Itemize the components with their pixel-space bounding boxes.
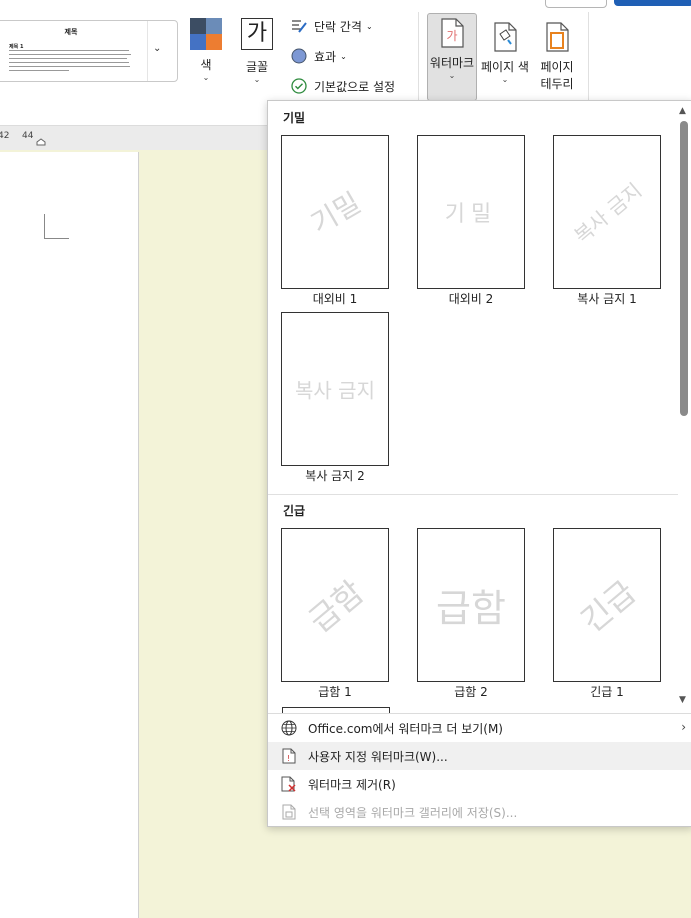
scroll-down-arrow-icon[interactable]: ▼ xyxy=(679,695,686,705)
horizontal-ruler[interactable]: 42 44 xyxy=(0,126,268,150)
indent-marker-icon[interactable] xyxy=(36,138,46,146)
menu-item-label: 워터마크 제거(R) xyxy=(308,777,396,792)
watermark-thumbnail: 복사 금지 xyxy=(281,312,389,466)
remove-watermark-icon xyxy=(280,775,298,793)
checkmark-icon xyxy=(290,77,308,95)
svg-text:!: ! xyxy=(287,754,290,763)
watermark-option[interactable]: 기밀 대외비 2 xyxy=(416,135,526,307)
page-borders-button[interactable]: 페이지 테두리 xyxy=(536,18,578,92)
page-borders-label-line2: 테두리 xyxy=(540,77,574,91)
watermark-option[interactable]: 긴급 긴급 1 xyxy=(552,528,662,700)
watermark-option-label: 긴급 1 xyxy=(590,685,624,699)
color-swatch xyxy=(190,18,206,34)
chevron-down-icon[interactable]: ⌄ xyxy=(153,43,161,54)
chevron-down-icon: ⌄ xyxy=(340,51,347,61)
save-to-gallery-icon xyxy=(280,803,298,821)
effects-icon xyxy=(290,47,308,65)
watermark-option-label: 급함 1 xyxy=(318,685,352,699)
watermark-option-label: 급함 2 xyxy=(454,685,488,699)
remove-watermark-item[interactable]: 워터마크 제거(R) xyxy=(268,770,691,798)
effects-button[interactable]: 효과 ⌄ xyxy=(290,45,347,67)
save-selection-to-gallery-item[interactable]: 선택 영역을 워터마크 갤러리에 저장(S)... xyxy=(268,798,691,826)
page-color-label: 페이지 색 xyxy=(481,60,529,74)
page-color-button[interactable]: 페이지 색 ⌄ xyxy=(478,18,532,85)
watermark-thumbnail: 긴급 xyxy=(553,528,661,682)
theme-colors-button[interactable]: 색 ⌄ xyxy=(186,18,226,83)
section-divider xyxy=(268,494,678,495)
watermark-preview-text: 복사 금지 xyxy=(569,178,647,249)
font-glyph-icon: 가 xyxy=(241,18,273,50)
watermark-option-label: 대외비 2 xyxy=(448,292,494,306)
watermark-preview-text: 급함 xyxy=(301,573,372,641)
theme-colors-icon xyxy=(190,18,222,50)
watermark-thumbnail: 복사 금지 xyxy=(553,135,661,289)
watermark-option[interactable]: 급함 급함 1 xyxy=(280,528,390,700)
scrollbar-thumb[interactable] xyxy=(680,121,688,416)
chevron-down-icon: ⌄ xyxy=(365,21,373,31)
theme-fonts-button[interactable]: 가 글꼴 ⌄ xyxy=(235,18,279,85)
watermark-preview-text: 긴급 xyxy=(573,573,644,641)
chevron-down-icon: ⌄ xyxy=(501,75,509,84)
document-page[interactable] xyxy=(0,152,139,918)
more-watermarks-from-office-item[interactable]: Office.com에서 워터마크 더 보기(M) › xyxy=(268,714,691,742)
chevron-down-icon: ⌄ xyxy=(253,75,261,84)
watermark-label: 워터마크 xyxy=(429,56,475,70)
watermark-option-label: 대외비 1 xyxy=(312,292,358,306)
watermark-thumbnail: 기밀 xyxy=(417,135,525,289)
ruler-tick-label: 44 xyxy=(22,131,34,141)
svg-text:가: 가 xyxy=(446,29,457,43)
globe-icon xyxy=(280,719,298,737)
menu-item-label: 사용자 지정 워터마크(W)... xyxy=(308,749,448,764)
chevron-right-icon: › xyxy=(681,720,686,734)
top-primary-button[interactable] xyxy=(614,0,691,6)
watermark-option-label: 복사 금지 1 xyxy=(577,292,637,306)
set-as-default-button[interactable]: 기본값으로 설정 xyxy=(290,75,395,97)
paragraph-spacing-icon xyxy=(290,17,308,35)
theme-fonts-label: 글꼴 xyxy=(245,60,269,74)
watermark-thumbnail: 급함 xyxy=(417,528,525,682)
chevron-down-icon: ⌄ xyxy=(448,71,456,80)
section-title-confidential: 기밀 xyxy=(283,111,306,125)
style-set-preview[interactable]: 제목 제목 1 ⌄ xyxy=(0,20,178,82)
chevron-down-icon: ⌄ xyxy=(202,73,210,82)
custom-watermark-icon: ! xyxy=(280,747,298,765)
menu-item-label: Office.com에서 워터마크 더 보기(M) xyxy=(308,721,503,736)
ruler-tick-label: 42 xyxy=(0,131,10,141)
custom-watermark-item[interactable]: ! 사용자 지정 워터마크(W)... xyxy=(268,742,691,770)
watermark-menu: Office.com에서 워터마크 더 보기(M) › ! 사용자 지정 워터마… xyxy=(268,713,691,826)
page-color-icon xyxy=(492,22,518,52)
scroll-up-arrow-icon[interactable]: ▲ xyxy=(679,106,686,116)
theme-colors-label: 색 xyxy=(200,58,212,72)
watermark-button[interactable]: 가 워터마크 ⌄ xyxy=(427,13,477,101)
set-as-default-label: 기본값으로 설정 xyxy=(314,79,396,94)
style-preview-title: 제목 xyxy=(64,28,78,36)
style-preview-heading: 제목 1 xyxy=(9,44,24,50)
watermark-option-label: 복사 금지 2 xyxy=(305,469,365,483)
watermark-thumbnail: 급함 xyxy=(281,528,389,682)
watermark-preview-text: 급함 xyxy=(436,586,506,631)
watermark-preview-text: 기밀 xyxy=(305,186,367,241)
watermark-preview-text: 복사 금지 xyxy=(295,378,375,403)
watermark-preview-text: 기밀 xyxy=(444,202,498,227)
color-swatch xyxy=(206,34,222,50)
page-borders-icon xyxy=(544,22,570,52)
color-swatch xyxy=(206,18,222,34)
watermark-thumbnail: 기밀 xyxy=(281,135,389,289)
watermark-option[interactable]: 급함 급함 2 xyxy=(416,528,526,700)
paragraph-spacing-button[interactable]: 단락 간격 ⌄ xyxy=(290,15,373,37)
effects-label: 효과 xyxy=(314,49,337,64)
watermark-icon: 가 xyxy=(439,18,465,48)
section-title-urgent: 긴급 xyxy=(283,504,306,518)
watermark-option[interactable]: 복사 금지 복사 금지 2 xyxy=(280,312,390,484)
paragraph-spacing-label: 단락 간격 xyxy=(314,19,362,34)
watermark-option[interactable]: 기밀 대외비 1 xyxy=(280,135,390,307)
watermark-option[interactable]: 복사 금지 복사 금지 1 xyxy=(552,135,662,307)
watermark-gallery: 기밀 기밀 대외비 1 기밀 대외비 2 복사 금지 복사 금지 1 복사 금지… xyxy=(267,100,691,827)
color-swatch xyxy=(190,34,206,50)
top-secondary-button[interactable] xyxy=(545,0,607,8)
menu-item-label: 선택 영역을 워터마크 갤러리에 저장(S)... xyxy=(308,805,518,820)
page-borders-label-line1: 페이지 xyxy=(540,60,574,74)
margin-corner-mark xyxy=(44,214,69,239)
